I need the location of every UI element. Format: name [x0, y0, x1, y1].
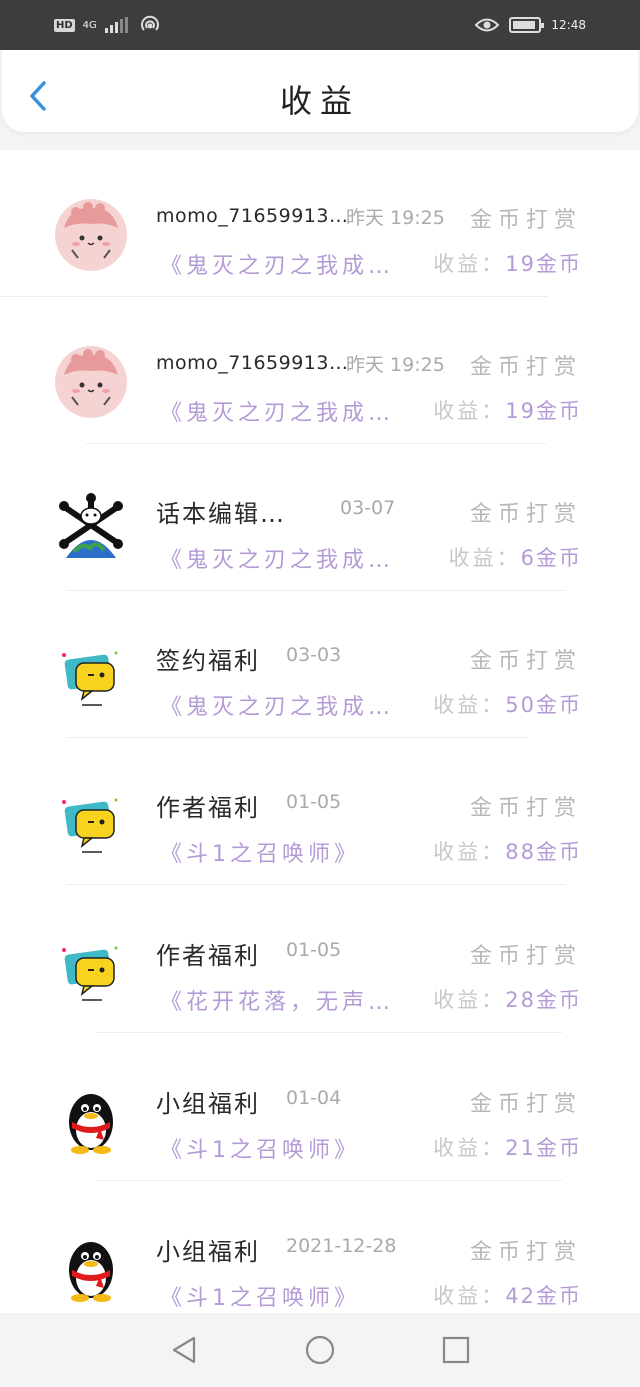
- timestamp: 昨天 19:25: [346, 207, 445, 229]
- bones-globe-avatar: [54, 492, 128, 566]
- timestamp: 昨天 19:25: [346, 354, 445, 376]
- battery-icon: [509, 17, 545, 33]
- reward-type: 金币打赏: [469, 649, 582, 674]
- yellow-chat-avatar: [54, 639, 128, 713]
- list-item[interactable]: 作者福利 01-05 金币打赏 《斗1之召唤师》 收益：88金币: [0, 738, 640, 886]
- sender-name: 作者福利: [156, 942, 260, 970]
- book-title-link[interactable]: 《斗1之召唤师》: [160, 1132, 360, 1164]
- earnings-label: 收益：: [433, 1136, 506, 1160]
- earnings-label: 收益：: [433, 399, 506, 423]
- reward-type: 金币打赏: [469, 208, 582, 233]
- list-item[interactable]: 签约福利 03-03 金币打赏 《鬼灭之刃之我成… 收益：50金币: [0, 591, 640, 739]
- sender-name: 话本编辑…: [156, 500, 286, 528]
- list-item[interactable]: 小组福利 01-04 金币打赏 《斗1之召唤师》 收益：21金币: [0, 1034, 640, 1182]
- earnings-label: 收益：: [433, 693, 506, 717]
- earnings-label: 收益：: [433, 252, 506, 276]
- book-title-link[interactable]: 《斗1之召唤师》: [160, 836, 360, 868]
- system-nav-bar: [0, 1313, 640, 1387]
- recents-square-icon: [442, 1336, 470, 1364]
- network-type: 4G: [82, 19, 97, 31]
- timestamp: 2021-12-28: [286, 1235, 397, 1257]
- earnings-amount: 19金币: [505, 399, 582, 423]
- sender-name: 小组福利: [156, 1090, 260, 1118]
- pink-blob-avatar: [54, 345, 128, 419]
- timestamp: 01-04: [286, 1087, 342, 1109]
- earnings: 收益：50金币: [433, 689, 582, 719]
- status-left: HD 4G: [54, 14, 161, 36]
- nav-back-button[interactable]: [168, 1334, 200, 1366]
- earnings: 收益：6金币: [449, 542, 582, 572]
- earnings-amount: 42金币: [505, 1284, 582, 1308]
- earnings: 收益：19金币: [433, 395, 582, 425]
- reward-type: 金币打赏: [469, 1092, 582, 1117]
- book-title-link[interactable]: 《鬼灭之刃之我成…: [160, 542, 394, 574]
- earnings-label: 收益：: [448, 546, 521, 570]
- reward-type: 金币打赏: [469, 502, 582, 527]
- header-card: 收益: [2, 50, 638, 132]
- home-circle-icon: [305, 1335, 335, 1365]
- divider: [96, 1032, 562, 1033]
- list-item[interactable]: momo_71659913… 昨天 19:25 金币打赏 《鬼灭之刃之我成… 收…: [0, 150, 640, 298]
- book-title-link[interactable]: 《鬼灭之刃之我成…: [160, 395, 394, 427]
- reward-type: 金币打赏: [469, 944, 582, 969]
- timestamp: 03-03: [286, 644, 342, 666]
- list-item[interactable]: 小组福利 2021-12-28 金币打赏 《斗1之召唤师》 收益：42金币: [0, 1182, 640, 1330]
- yellow-chat-avatar: [54, 934, 128, 1008]
- earnings: 收益：42金币: [433, 1280, 582, 1310]
- hotspot-icon: [140, 15, 159, 31]
- earnings-amount: 6金币: [520, 546, 582, 570]
- list-item[interactable]: 话本编辑… 03-07 金币打赏 《鬼灭之刃之我成… 收益：6金币: [0, 444, 640, 592]
- earnings: 收益：21金币: [433, 1132, 582, 1162]
- clock: 12:48: [551, 18, 586, 32]
- book-title-link[interactable]: 《鬼灭之刃之我成…: [160, 689, 394, 721]
- earnings-amount: 28金币: [505, 988, 582, 1012]
- yellow-chat-avatar: [54, 786, 128, 860]
- page-title: 收益: [279, 82, 360, 120]
- earnings: 收益：19金币: [433, 248, 582, 278]
- status-right: 12:48: [475, 17, 586, 33]
- earnings: 收益：28金币: [433, 984, 582, 1014]
- list-item[interactable]: momo_71659913… 昨天 19:25 金币打赏 《鬼灭之刃之我成… 收…: [0, 297, 640, 445]
- earnings-amount: 50金币: [505, 693, 582, 717]
- divider: [66, 884, 566, 885]
- hd-badge: HD: [54, 18, 75, 32]
- reward-type: 金币打赏: [469, 796, 582, 821]
- sender-name: 小组福利: [156, 1238, 260, 1266]
- earnings-label: 收益：: [433, 988, 506, 1012]
- timestamp: 01-05: [286, 791, 342, 813]
- book-title-link[interactable]: 《花开花落，无声…: [160, 984, 394, 1016]
- earnings-amount: 19金币: [505, 252, 582, 276]
- nav-home-button[interactable]: [304, 1334, 336, 1366]
- sender-name: momo_71659913…: [156, 352, 349, 374]
- header: 收益: [0, 50, 640, 150]
- back-triangle-icon: [172, 1336, 196, 1364]
- earnings: 收益：88金币: [433, 836, 582, 866]
- sender-name: 签约福利: [156, 647, 260, 675]
- nav-recents-button[interactable]: [440, 1334, 472, 1366]
- signal-icon: [104, 17, 128, 33]
- reward-type: 金币打赏: [469, 355, 582, 380]
- earnings-label: 收益：: [433, 1284, 506, 1308]
- timestamp: 01-05: [286, 939, 342, 961]
- sender-name: momo_71659913…: [156, 205, 349, 227]
- earnings-label: 收益：: [433, 840, 506, 864]
- earnings-amount: 21金币: [505, 1136, 582, 1160]
- earnings-amount: 88金币: [505, 840, 582, 864]
- reward-type: 金币打赏: [469, 1240, 582, 1265]
- status-bar: HD 4G 12:48: [0, 0, 640, 50]
- penguin-avatar: [54, 1082, 128, 1156]
- pink-blob-avatar: [54, 198, 128, 272]
- penguin-avatar: [54, 1230, 128, 1304]
- network-label: 4G: [82, 19, 97, 31]
- divider: [96, 1180, 562, 1181]
- book-title-link[interactable]: 《斗1之召唤师》: [160, 1280, 360, 1312]
- list-item[interactable]: 作者福利 01-05 金币打赏 《花开花落，无声… 收益：28金币: [0, 886, 640, 1034]
- book-title-link[interactable]: 《鬼灭之刃之我成…: [160, 248, 394, 280]
- eye-icon: [475, 18, 500, 32]
- sender-name: 作者福利: [156, 794, 260, 822]
- timestamp: 03-07: [340, 497, 396, 519]
